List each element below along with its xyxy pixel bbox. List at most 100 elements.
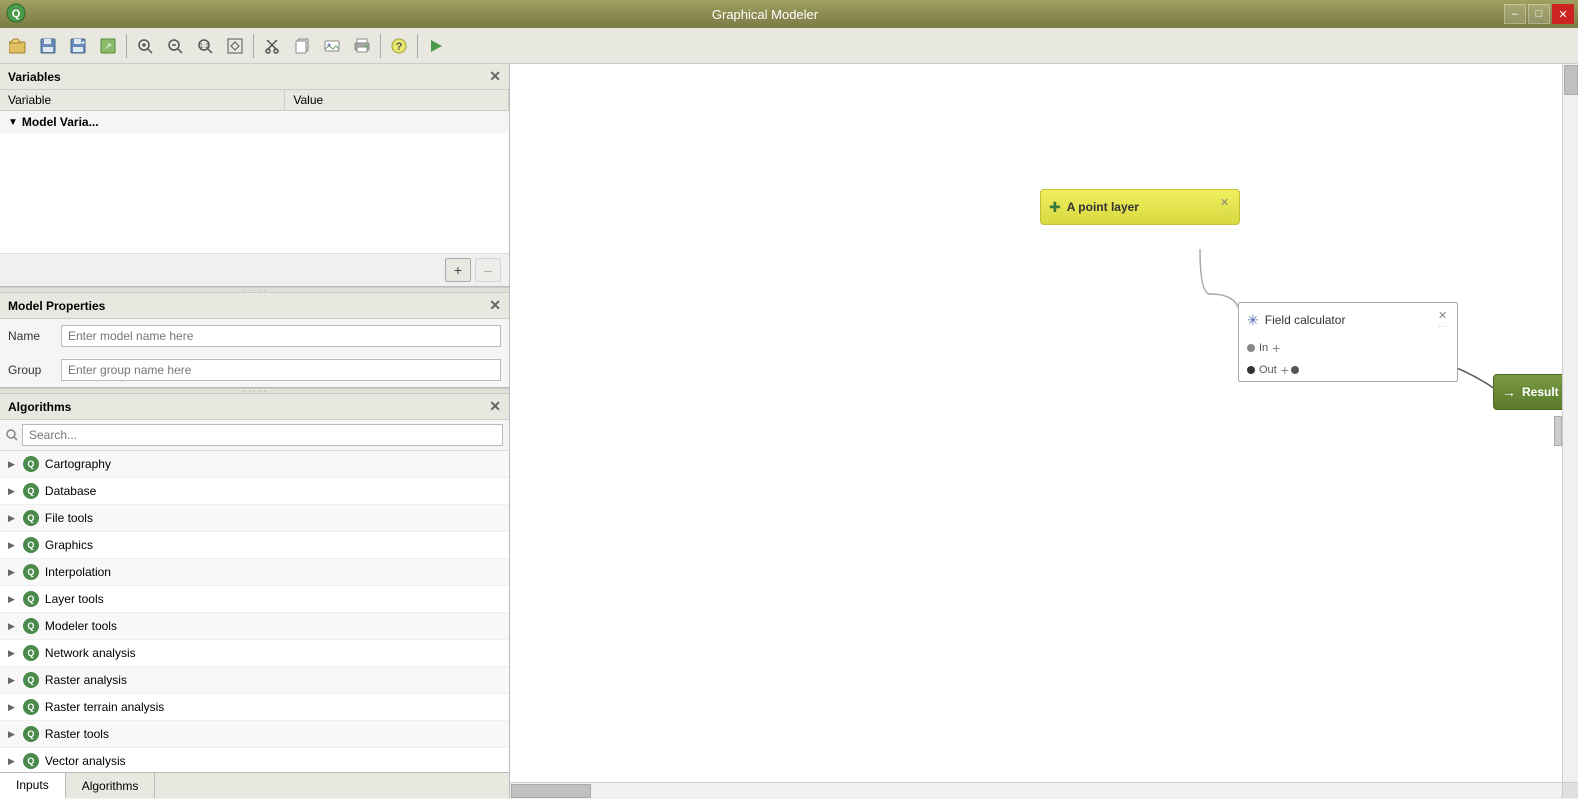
- right-edge-handle[interactable]: [1554, 416, 1562, 446]
- tab-inputs[interactable]: Inputs: [0, 773, 66, 799]
- algo-icon: Q: [23, 510, 39, 526]
- algo-arrow: ▶: [8, 459, 15, 470]
- algorithms-close-btn[interactable]: ✕: [489, 398, 501, 415]
- horizontal-scrollbar-thumb[interactable]: [511, 784, 591, 798]
- model-name-input[interactable]: [61, 325, 501, 347]
- model-group-input[interactable]: [61, 359, 501, 381]
- svg-text:Q: Q: [12, 8, 21, 20]
- algorithm-item[interactable]: ▶ Q Database: [0, 478, 509, 505]
- input-node-controls: ✕ ···: [1220, 196, 1231, 218]
- process-port-in: In +: [1239, 337, 1457, 359]
- algorithm-item[interactable]: ▶ Q Network analysis: [0, 640, 509, 667]
- algo-label: File tools: [45, 511, 93, 525]
- sep1: [126, 34, 127, 58]
- close-btn[interactable]: ✕: [1552, 4, 1574, 24]
- vertical-scrollbar[interactable]: [1562, 64, 1578, 782]
- sep2: [253, 34, 254, 58]
- maximize-btn[interactable]: □: [1528, 4, 1550, 24]
- group-label: Group: [8, 363, 53, 377]
- variables-close-btn[interactable]: ✕: [489, 68, 501, 85]
- export-btn[interactable]: ↗: [94, 32, 122, 60]
- algo-label: Network analysis: [45, 646, 136, 660]
- zoom-out-btn[interactable]: [161, 32, 189, 60]
- export-img-btn[interactable]: [318, 32, 346, 60]
- algorithm-list: ▶ Q Cartography ▶ Q Database ▶ Q File to…: [0, 451, 509, 772]
- app-logo: Q: [0, 3, 26, 26]
- algorithm-item[interactable]: ▶ Q File tools: [0, 505, 509, 532]
- algorithm-item[interactable]: ▶ Q Graphics: [0, 532, 509, 559]
- zoom-fit-btn[interactable]: [221, 32, 249, 60]
- port-plus-out: +: [1281, 362, 1289, 378]
- algorithm-item[interactable]: ▶ Q Layer tools: [0, 586, 509, 613]
- cut-btn[interactable]: [258, 32, 286, 60]
- model-properties-title: Model Properties: [8, 299, 105, 313]
- help-btn[interactable]: ?: [385, 32, 413, 60]
- left-panel: Variables ✕ Variable Value ▼ Model Varia…: [0, 64, 510, 798]
- algorithm-item[interactable]: ▶ Q Cartography: [0, 451, 509, 478]
- algorithm-item[interactable]: ▶ Q Vector analysis: [0, 748, 509, 772]
- model-properties-close-btn[interactable]: ✕: [489, 297, 501, 314]
- model-properties-header: Model Properties ✕: [0, 293, 509, 319]
- save-btn[interactable]: [34, 32, 62, 60]
- algo-label: Modeler tools: [45, 619, 117, 633]
- add-variable-btn[interactable]: +: [445, 258, 471, 282]
- variables-title: Variables: [8, 70, 61, 84]
- minimize-btn[interactable]: –: [1504, 4, 1526, 24]
- algo-arrow: ▶: [8, 702, 15, 713]
- horizontal-scrollbar[interactable]: [510, 782, 1562, 798]
- open-folder-btn[interactable]: [4, 32, 32, 60]
- save-as-btn[interactable]: +: [64, 32, 92, 60]
- algorithm-item[interactable]: ▶ Q Raster tools: [0, 721, 509, 748]
- algo-arrow: ▶: [8, 648, 15, 659]
- zoom-actual-btn[interactable]: 1:1: [191, 32, 219, 60]
- process-node-icon: ✳: [1247, 312, 1259, 329]
- scrollbar-corner: [1562, 782, 1578, 798]
- algo-label: Layer tools: [45, 592, 104, 606]
- algo-icon: Q: [23, 672, 39, 688]
- process-close-btn[interactable]: ✕: [1438, 309, 1449, 322]
- model-variables-row[interactable]: ▼ Model Varia...: [0, 111, 509, 133]
- print-btn[interactable]: [348, 32, 376, 60]
- tab-algorithms[interactable]: Algorithms: [66, 773, 156, 798]
- input-close-btn[interactable]: ✕: [1220, 196, 1231, 209]
- process-node-box[interactable]: ✳ Field calculator ✕ ··· In + Out +: [1238, 302, 1458, 382]
- model-properties-section: Model Properties ✕ Name Group: [0, 293, 509, 388]
- variables-section: Variables ✕ Variable Value ▼ Model Varia…: [0, 64, 509, 287]
- sep4: [417, 34, 418, 58]
- algo-icon: Q: [23, 618, 39, 634]
- copy-btn[interactable]: [288, 32, 316, 60]
- algo-arrow: ▶: [8, 756, 15, 767]
- algo-arrow: ▶: [8, 513, 15, 524]
- process-node-header: ✳ Field calculator ✕ ···: [1239, 303, 1457, 337]
- algo-icon: Q: [23, 699, 39, 715]
- input-node-header: ✚ A point layer ✕ ···: [1041, 190, 1239, 224]
- toolbar: + ↗ 1:1 ?: [0, 28, 1578, 64]
- process-node-dots: ···: [1438, 322, 1449, 331]
- algorithm-item[interactable]: ▶ Q Raster terrain analysis: [0, 694, 509, 721]
- algo-label: Raster analysis: [45, 673, 127, 687]
- canvas-area: ✚ A point layer ✕ ··· ✳ Field calculator…: [510, 64, 1578, 798]
- algorithms-section: Algorithms ✕ ▶ Q Cartography ▶ Q Databas…: [0, 394, 509, 772]
- algo-label: Interpolation: [45, 565, 111, 579]
- algorithm-search-input[interactable]: [22, 424, 503, 446]
- algo-icon: Q: [23, 645, 39, 661]
- port-dot-in: [1247, 344, 1255, 352]
- algorithm-item[interactable]: ▶ Q Interpolation: [0, 559, 509, 586]
- zoom-in-btn[interactable]: [131, 32, 159, 60]
- input-node-box[interactable]: ✚ A point layer ✕ ···: [1040, 189, 1240, 225]
- process-node-controls: ✕ ···: [1438, 309, 1449, 331]
- algo-icon: Q: [23, 591, 39, 607]
- algo-label: Raster tools: [45, 727, 109, 741]
- port-plus-in: +: [1272, 340, 1280, 356]
- run-btn[interactable]: [422, 32, 450, 60]
- algorithm-item[interactable]: ▶ Q Raster analysis: [0, 667, 509, 694]
- remove-variable-btn[interactable]: –: [475, 258, 501, 282]
- input-node-dots: ···: [1220, 209, 1231, 218]
- algo-label: Vector analysis: [45, 754, 126, 768]
- window-controls: – □ ✕: [1504, 4, 1578, 24]
- algorithm-item[interactable]: ▶ Q Modeler tools: [0, 613, 509, 640]
- algo-arrow: ▶: [8, 729, 15, 740]
- name-label: Name: [8, 329, 53, 343]
- process-port-out: Out +: [1239, 359, 1457, 381]
- vertical-scrollbar-thumb[interactable]: [1564, 65, 1578, 95]
